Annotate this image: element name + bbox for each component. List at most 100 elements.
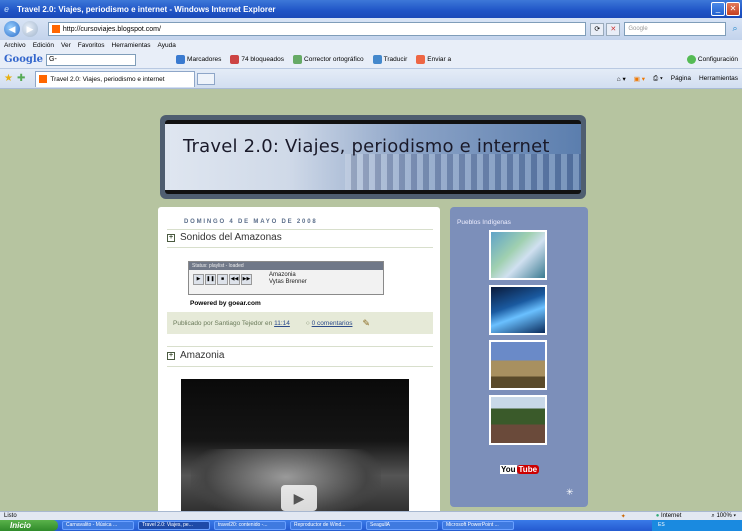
search-input[interactable]: Google — [624, 22, 727, 36]
site-favicon — [51, 25, 60, 33]
divider — [167, 366, 433, 367]
powered-by: Powered by goear.com — [190, 300, 261, 307]
spellcheck-icon — [293, 55, 303, 64]
youtube-you: You — [500, 465, 517, 474]
favorites-star-icon[interactable]: ★ — [4, 73, 13, 84]
edit-pencil-icon[interactable]: ✎ — [362, 318, 370, 329]
sidebar-title: Pueblos Indígenas — [457, 219, 511, 226]
toolbar-marcadores-label: Marcadores — [187, 56, 222, 63]
player-status: Status: playlist - loaded — [189, 262, 383, 270]
tab-row: ★ ✚ Travel 2.0: Viajes, periodismo e int… — [0, 69, 742, 89]
close-button[interactable]: ✕ — [726, 2, 740, 16]
menu-favoritos[interactable]: Favoritos — [78, 42, 105, 49]
menu-ver[interactable]: Ver — [61, 42, 71, 49]
address-row: ◀ ▶ http://cursoviajes.blogspot.com/ ⟳ ✕… — [0, 18, 742, 40]
photo-thumbnail[interactable] — [489, 230, 547, 280]
youtube-logo[interactable]: You Tube — [500, 462, 540, 477]
cmd-pagina[interactable]: Página — [671, 75, 691, 82]
toolbar-marcadores[interactable]: Marcadores — [176, 55, 221, 64]
address-url: http://cursoviajes.blogspot.com/ — [62, 25, 161, 33]
command-bar: ⌂ ▾ ▣ ▾ ⎙ ▾ Página Herramientas — [617, 75, 738, 83]
tab-active[interactable]: Travel 2.0: Viajes, periodismo e interne… — [35, 70, 196, 87]
star-icon — [176, 55, 186, 64]
video-player[interactable]: ▶ — [181, 379, 409, 511]
forward-button[interactable]: ▶ — [21, 21, 38, 37]
taskbar-item[interactable]: Carnavalito - Música ... — [62, 521, 134, 530]
post1-title[interactable]: Sonidos del Amazonas — [180, 232, 282, 243]
stop-icon[interactable]: ✕ — [606, 22, 621, 36]
google-settings-label: Configuración — [697, 56, 738, 63]
post2-title[interactable]: Amazonia — [180, 350, 224, 361]
header-banner: Travel 2.0: Viajes, periodismo e interne… — [165, 120, 581, 194]
previous-icon[interactable]: ◀◀ — [229, 274, 240, 285]
title-bar: e Travel 2.0: Viajes, periodismo e inter… — [0, 0, 742, 18]
toolbar-enviar-label: Enviar a — [427, 56, 452, 63]
blog-title[interactable]: Travel 2.0: Viajes, periodismo e interne… — [183, 136, 550, 157]
zoom-value: 100% — [716, 512, 732, 519]
play-icon[interactable]: ▶ — [193, 274, 204, 285]
toolbar-bloqueados-label: 74 bloqueados — [241, 56, 285, 63]
internet-zone[interactable]: ● Internet — [656, 513, 682, 519]
post1-header: + Sonidos del Amazonas — [167, 232, 282, 243]
taskbar-item[interactable]: Travel 2.0: Viajes, pe... — [138, 521, 210, 530]
print-icon[interactable]: ⎙ ▾ — [653, 75, 663, 83]
photo-thumbnail[interactable] — [489, 340, 547, 390]
new-tab-button[interactable] — [197, 72, 216, 85]
published-at: en — [265, 319, 273, 327]
toolbar-corrector[interactable]: Corrector ortográfico — [293, 55, 364, 64]
expand-icon: + — [167, 233, 175, 242]
address-bar[interactable]: http://cursoviajes.blogspot.com/ — [47, 22, 587, 36]
back-button[interactable]: ◀ — [4, 21, 20, 37]
window-title: Travel 2.0: Viajes, periodismo e interne… — [17, 4, 276, 14]
post-time-link[interactable]: 11:14 — [274, 320, 290, 327]
google-settings[interactable]: Configuración — [686, 55, 738, 64]
expand-icon: + — [167, 351, 175, 360]
stop-icon[interactable]: ■ — [217, 274, 228, 285]
popup-blocker-icon — [230, 55, 240, 64]
home-icon[interactable]: ⌂ ▾ — [617, 75, 626, 83]
audio-player: Status: playlist - loaded ▶ ❚❚ ■ ◀◀ ▶▶ A… — [188, 261, 384, 295]
toolbar-traducir-label: Traducir — [383, 56, 408, 63]
taskbar-item[interactable]: travel20: contenido -... — [214, 521, 286, 530]
taskbar: Inicio Carnavalito - Música ... Travel 2… — [0, 520, 742, 531]
toolbar-bloqueados[interactable]: 74 bloqueados — [230, 55, 284, 64]
google-search-input[interactable]: G- — [46, 53, 137, 66]
start-button[interactable]: Inicio — [0, 520, 58, 531]
language-indicator[interactable]: ES — [658, 522, 665, 528]
blog-header: Travel 2.0: Viajes, periodismo e interne… — [160, 115, 586, 199]
menu-herramientas[interactable]: Herramientas — [112, 42, 151, 49]
minimize-button[interactable]: _ — [711, 2, 725, 16]
next-icon[interactable]: ▶▶ — [241, 274, 252, 285]
taskbar-item[interactable]: SeagullA — [366, 521, 438, 530]
post2-header: + Amazonia — [167, 350, 224, 361]
menu-bar: Archivo Edición Ver Favoritos Herramient… — [0, 40, 742, 51]
taskbar-item[interactable]: Reproductor de Wind... — [290, 521, 362, 530]
comments-link-wrap: ○ 0 comentarios — [306, 320, 353, 327]
video-play-icon[interactable]: ▶ — [281, 485, 317, 511]
photo-thumbnail[interactable] — [489, 395, 547, 445]
track-artist: Vytas Brenner — [269, 279, 307, 285]
add-favorites-icon[interactable]: ✚ — [17, 73, 25, 84]
search-icon[interactable]: ⌕ — [728, 22, 742, 36]
divider — [167, 247, 433, 248]
photo-thumbnail[interactable] — [489, 285, 547, 335]
taskbar-item[interactable]: Microsoft PowerPoint ... — [442, 521, 514, 530]
pause-icon[interactable]: ❚❚ — [205, 274, 216, 285]
cmd-herramientas[interactable]: Herramientas — [699, 75, 738, 82]
youtube-tube: Tube — [516, 465, 540, 474]
status-bar: Listo ✦ ● Internet ⌕ 100% ▾ — [0, 511, 742, 520]
refresh-icon[interactable]: ⟳ — [590, 22, 605, 36]
menu-edicion[interactable]: Edición — [33, 42, 54, 49]
toolbar-traducir[interactable]: Traducir — [372, 55, 408, 64]
post1-footer: Publicado por Santiago Tejedor en 11:14 … — [167, 312, 433, 334]
google-logo: Google — [4, 54, 44, 65]
menu-archivo[interactable]: Archivo — [4, 42, 26, 49]
zoom-level[interactable]: ⌕ 100% ▾ — [711, 513, 736, 520]
comment-icon: ○ — [305, 319, 310, 327]
comments-link[interactable]: 0 comentarios — [312, 320, 353, 327]
ie-icon: e — [4, 4, 10, 14]
feeds-icon[interactable]: ▣ ▾ — [634, 75, 645, 83]
menu-ayuda[interactable]: Ayuda — [158, 42, 176, 49]
zoom-icon: ⌕ — [711, 512, 715, 519]
toolbar-enviar[interactable]: Enviar a — [416, 55, 451, 64]
